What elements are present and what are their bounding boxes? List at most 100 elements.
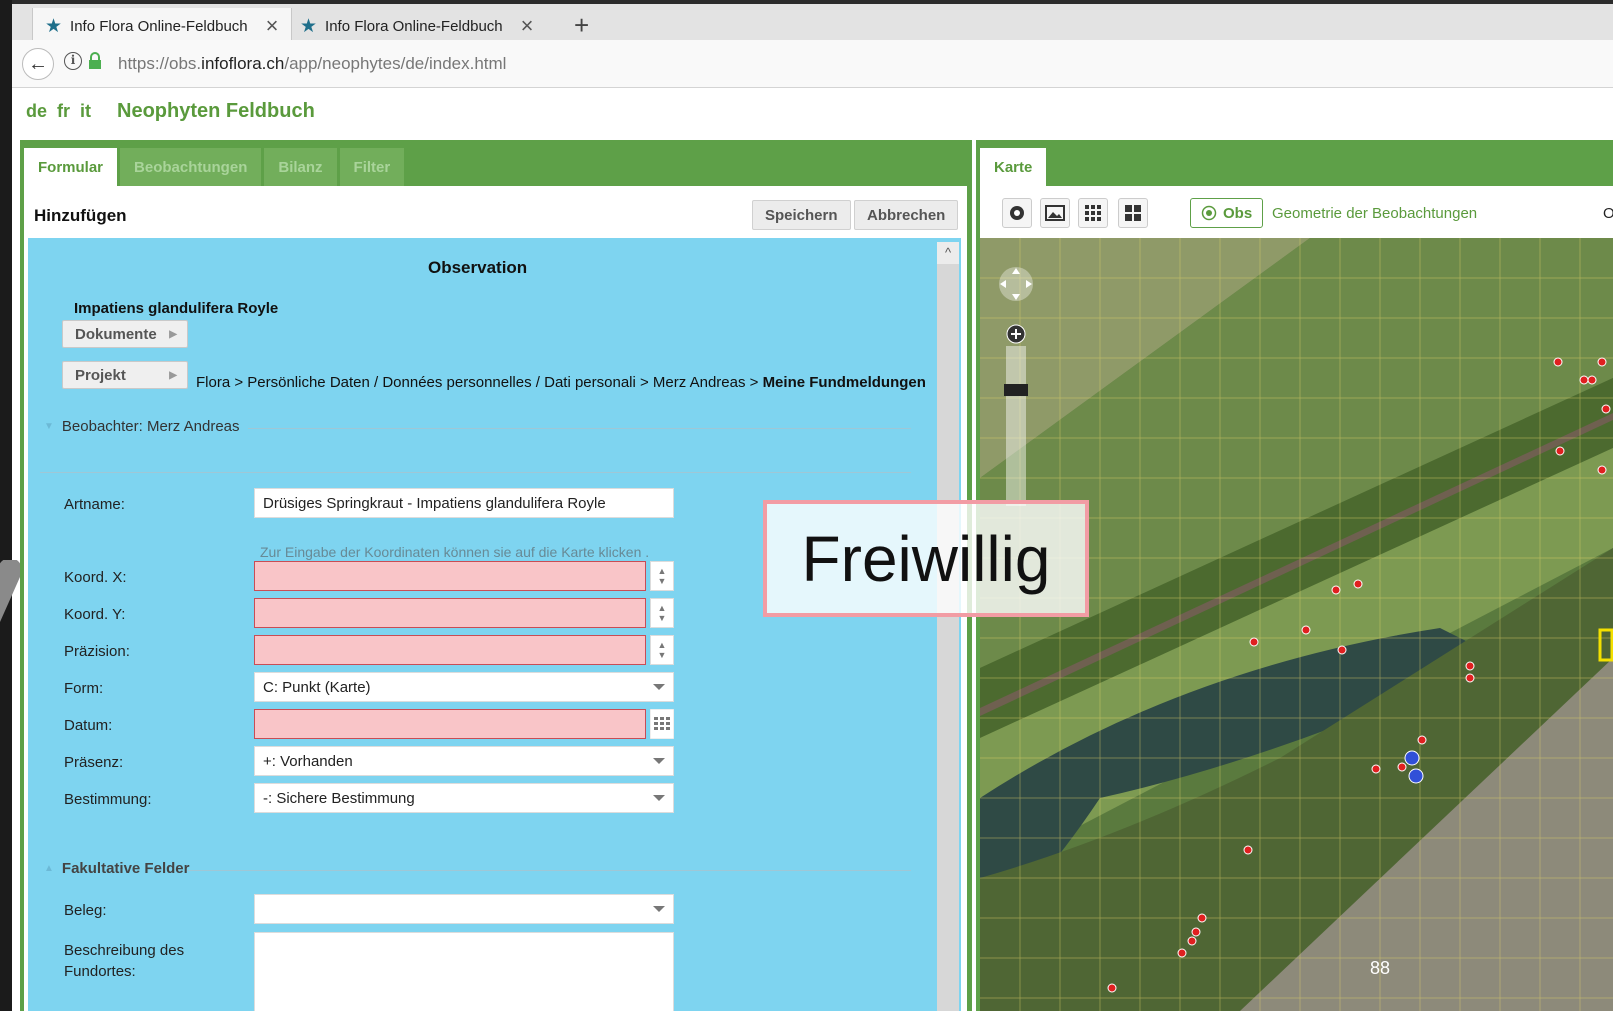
app-title: Neophyten Feldbuch bbox=[117, 100, 315, 122]
tab-formular[interactable]: Formular bbox=[24, 148, 118, 186]
url-domain: infoflora.ch bbox=[201, 54, 285, 73]
tab-filter[interactable]: Filter bbox=[339, 148, 405, 186]
form-label: Form: bbox=[64, 680, 104, 697]
koord-y-stepper[interactable]: ▲ ▼ bbox=[650, 598, 674, 628]
bestimmung-select[interactable]: -: Sichere Bestimmung bbox=[254, 783, 674, 813]
form-select-value: C: Punkt (Karte) bbox=[263, 678, 371, 696]
calendar-icon[interactable] bbox=[650, 709, 674, 739]
koord-y-label: Koord. Y: bbox=[64, 606, 126, 623]
species-name: Impatiens glandulifera Royle bbox=[74, 300, 279, 317]
expand-triangle-icon: ▲ bbox=[44, 863, 54, 874]
new-tab-icon[interactable]: + bbox=[574, 10, 589, 41]
observer-section-header[interactable]: ▼ Beobachter: Merz Andreas bbox=[44, 418, 240, 435]
pointer-shape bbox=[0, 560, 20, 623]
browser-tab-2[interactable]: ★ Info Flora Online-Feldbuch × bbox=[288, 8, 546, 44]
beleg-label: Beleg: bbox=[64, 902, 107, 919]
section-divider bbox=[248, 428, 911, 429]
back-button[interactable]: ← bbox=[22, 48, 54, 80]
form-select[interactable]: C: Punkt (Karte) bbox=[254, 672, 674, 702]
lang-it[interactable]: it bbox=[80, 101, 91, 122]
praesenz-select-value: +: Vorhanden bbox=[263, 752, 353, 770]
tab-beobachtungen[interactable]: Beobachtungen bbox=[120, 148, 262, 186]
infoflora-favicon-icon: ★ bbox=[300, 15, 318, 37]
map-tool-button[interactable] bbox=[1040, 198, 1070, 228]
geometry-label[interactable]: Geometrie der Beobachtungen bbox=[1272, 205, 1477, 222]
praesenz-select[interactable]: +: Vorhanden bbox=[254, 746, 674, 776]
description-label: Beschreibung des Fundortes: bbox=[64, 940, 184, 982]
browser-tab-strip: ★ Info Flora Online-Feldbuch × ★ Info Fl… bbox=[12, 0, 1613, 44]
arrow-down-icon: ▼ bbox=[657, 613, 667, 623]
screen-bezel bbox=[0, 0, 12, 1011]
praezision-input[interactable] bbox=[254, 635, 646, 665]
observation-form: ^ Observation Impatiens glandulifera Roy… bbox=[28, 238, 961, 1011]
circle-tool-icon bbox=[1010, 206, 1024, 220]
map-tool-button[interactable] bbox=[1078, 198, 1108, 228]
arrow-down-icon: ▼ bbox=[657, 650, 667, 660]
arrow-up-icon: ▲ bbox=[657, 566, 667, 576]
praesenz-label: Präsenz: bbox=[64, 754, 124, 771]
infoflora-favicon-icon: ★ bbox=[45, 15, 63, 37]
breadcrumb-current: Meine Fundmeldungen bbox=[762, 374, 926, 391]
description-textarea[interactable] bbox=[254, 932, 674, 1011]
chevron-down-icon bbox=[653, 758, 665, 764]
form-panel-tabs: Formular Beobachtungen Bilanz Filter bbox=[24, 148, 405, 186]
browser-tab-title: Info Flora Online-Feldbuch bbox=[325, 17, 503, 35]
browser-tab-1[interactable]: ★ Info Flora Online-Feldbuch × bbox=[32, 8, 292, 44]
aerial-map[interactable] bbox=[980, 238, 1613, 1011]
project-label: Projekt bbox=[75, 366, 126, 384]
bestimmung-select-value: -: Sichere Bestimmung bbox=[263, 789, 415, 807]
praezision-stepper[interactable]: ▲ ▼ bbox=[650, 635, 674, 665]
beleg-select[interactable] bbox=[254, 894, 674, 924]
datum-label: Datum: bbox=[64, 717, 113, 734]
caret-right-icon: ▶ bbox=[169, 369, 177, 381]
arrow-up-icon: ▲ bbox=[657, 603, 667, 613]
documents-button[interactable]: Dokumente ▶ bbox=[62, 320, 188, 348]
info-icon[interactable]: i bbox=[64, 52, 82, 70]
address-bar: ← i https://obs.infoflora.ch/app/neophyt… bbox=[12, 40, 1613, 88]
close-tab-icon[interactable]: × bbox=[266, 13, 279, 39]
arrow-up-icon: ▲ bbox=[657, 640, 667, 650]
scroll-up-icon[interactable]: ^ bbox=[937, 242, 959, 264]
tab-karte[interactable]: Karte bbox=[980, 148, 1047, 186]
section-divider bbox=[188, 870, 911, 871]
screen: ★ Info Flora Online-Feldbuch × ★ Info Fl… bbox=[0, 0, 1613, 1011]
lang-de[interactable]: de bbox=[26, 101, 47, 122]
project-button[interactable]: Projekt ▶ bbox=[62, 361, 188, 389]
map-tool-button[interactable] bbox=[1118, 198, 1148, 228]
save-button[interactable]: Speichern bbox=[752, 200, 851, 230]
optional-section-header[interactable]: ▲ Fakultative Felder bbox=[44, 860, 189, 877]
koord-y-input[interactable] bbox=[254, 598, 646, 628]
map-pan-control[interactable] bbox=[999, 267, 1033, 301]
grid-small-icon bbox=[1085, 205, 1101, 221]
tab-bilanz[interactable]: Bilanz bbox=[264, 148, 337, 186]
cancel-button[interactable]: Abbrechen bbox=[854, 200, 959, 230]
datum-input[interactable] bbox=[254, 709, 646, 739]
bestimmung-label: Bestimmung: bbox=[64, 791, 152, 808]
koord-x-input[interactable] bbox=[254, 561, 646, 591]
section-divider bbox=[40, 472, 911, 473]
form-scrollbar[interactable] bbox=[937, 242, 959, 1011]
obs-toggle-button[interactable]: Obs bbox=[1190, 198, 1264, 228]
praezision-label: Präzision: bbox=[64, 643, 130, 660]
artname-input[interactable]: Drüsiges Springkraut - Impatiens glandul… bbox=[254, 488, 674, 518]
observer-section-label: Beobachter: Merz Andreas bbox=[61, 418, 240, 435]
arrow-left-icon: ← bbox=[28, 52, 48, 75]
close-tab-icon[interactable]: × bbox=[521, 13, 534, 39]
zoom-slider[interactable] bbox=[1004, 324, 1028, 506]
map-canvas[interactable] bbox=[980, 238, 1613, 1011]
coordinate-hint: Zur Eingabe der Koordinaten können sie a… bbox=[260, 544, 650, 560]
map-toolbar: Obs Geometrie der Beobachtungen O bbox=[980, 186, 1613, 238]
url-path: /app/neophytes/de/index.html bbox=[284, 54, 507, 73]
koord-x-stepper[interactable]: ▲ ▼ bbox=[650, 561, 674, 591]
form-title: Observation bbox=[428, 258, 528, 277]
grid-large-icon bbox=[1125, 205, 1141, 221]
freiwillig-callout: Freiwillig bbox=[763, 500, 1089, 617]
url-field[interactable]: https://obs.infoflora.ch/app/neophytes/d… bbox=[118, 54, 506, 74]
lang-fr[interactable]: fr bbox=[57, 101, 70, 122]
map-tool-button[interactable] bbox=[1002, 198, 1032, 228]
lock-icon bbox=[89, 52, 101, 69]
breadcrumb-path: Flora > Persönliche Daten / Données pers… bbox=[196, 374, 763, 391]
page-number: 88 bbox=[1370, 958, 1391, 978]
panel-heading: Hinzufügen bbox=[34, 206, 127, 225]
url-prefix: https://obs. bbox=[118, 54, 202, 73]
